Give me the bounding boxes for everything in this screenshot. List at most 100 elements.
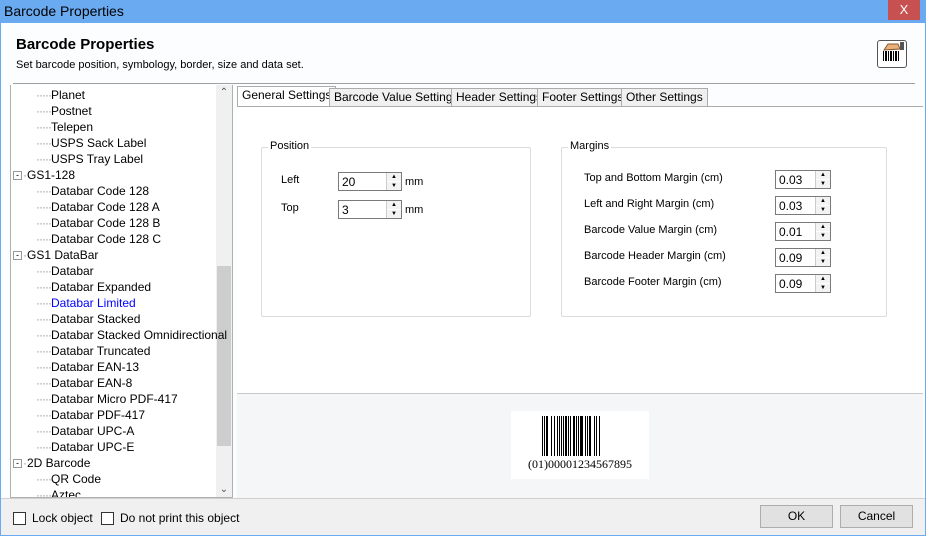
spin-up-icon[interactable]: ▲ — [816, 275, 830, 283]
barcode-bar — [546, 416, 548, 456]
scroll-thumb[interactable] — [217, 266, 231, 446]
close-button[interactable]: X — [888, 0, 920, 20]
barcode-bars — [542, 416, 622, 456]
top-bottom-margin-value[interactable]: 0.03 — [779, 172, 802, 188]
header-margin-value[interactable]: 0.09 — [779, 250, 802, 266]
barcode-bar — [587, 416, 588, 456]
barcode-bar — [596, 416, 597, 456]
window-title: Barcode Properties — [4, 3, 124, 19]
tree-item-label: Telepen — [51, 120, 93, 134]
barcode-bar — [573, 416, 575, 456]
spin-up-icon[interactable]: ▲ — [387, 201, 401, 209]
tree-item[interactable]: ·····Databar EAN-8 — [36, 375, 132, 391]
left-stepper[interactable]: ▲▼ — [338, 172, 402, 191]
spin-up-icon[interactable]: ▲ — [816, 223, 830, 231]
spin-down-icon[interactable]: ▼ — [816, 258, 830, 266]
spin-up-icon[interactable]: ▲ — [816, 171, 830, 179]
tab-barcode-value-settings[interactable]: Barcode Value Settings — [329, 88, 464, 107]
scroll-down-icon[interactable]: ⌄ — [216, 484, 232, 495]
barcode-bar — [544, 416, 545, 456]
tree-item[interactable]: ·····Postnet — [36, 103, 92, 119]
header-margin-stepper[interactable]: 0.09 ▲▼ — [775, 248, 831, 267]
top-input[interactable] — [339, 201, 385, 218]
collapse-icon[interactable]: - — [13, 171, 22, 180]
tree-item[interactable]: ·····Databar UPC-E — [36, 439, 134, 455]
tree-item[interactable]: ·····Databar Expanded — [36, 279, 151, 295]
top-stepper[interactable]: ▲▼ — [338, 200, 402, 219]
do-not-print-checkbox[interactable]: Do not print this object — [101, 511, 239, 525]
tree-item[interactable]: -·GS1-128 — [13, 167, 75, 183]
barcode-bar — [585, 416, 586, 456]
tree-item[interactable]: ·····Databar Code 128 A — [36, 199, 160, 215]
left-right-margin-stepper[interactable]: 0.03 ▲▼ — [775, 196, 831, 215]
tree-item[interactable]: ·····Databar Code 128 B — [36, 215, 160, 231]
footer-margin-stepper[interactable]: 0.09 ▲▼ — [775, 274, 831, 293]
tree-item[interactable]: ·····Telepen — [36, 119, 93, 135]
tree-item[interactable]: ·····Databar — [36, 263, 94, 279]
value-margin-value[interactable]: 0.01 — [779, 224, 802, 240]
tree-item[interactable]: ·····USPS Sack Label — [36, 135, 146, 151]
tab-footer-settings[interactable]: Footer Settings — [537, 88, 628, 107]
spin-down-icon[interactable]: ▼ — [387, 210, 401, 218]
scroll-up-icon[interactable]: ⌃ — [216, 87, 232, 98]
left-right-margin-value[interactable]: 0.03 — [779, 198, 802, 214]
ok-button[interactable]: OK — [760, 505, 833, 528]
tree-item[interactable]: ·····QR Code — [36, 471, 101, 487]
cancel-button[interactable]: Cancel — [840, 505, 913, 528]
tree-item-label: Databar — [51, 264, 94, 278]
tree-item[interactable]: ·····Databar Truncated — [36, 343, 150, 359]
spin-down-icon[interactable]: ▼ — [387, 182, 401, 190]
header-subtitle: Set barcode position, symbology, border,… — [16, 59, 304, 71]
barcode-bar — [565, 416, 567, 456]
footer-margin-value[interactable]: 0.09 — [779, 276, 802, 292]
left-input[interactable] — [339, 173, 385, 190]
tree-item-label: Planet — [51, 88, 85, 102]
tab-header-settings[interactable]: Header Settings — [451, 88, 547, 107]
checkbox-box[interactable] — [13, 512, 26, 525]
checkbox-box[interactable] — [101, 512, 114, 525]
tab-other-settings[interactable]: Other Settings — [621, 88, 708, 107]
spin-up-icon[interactable]: ▲ — [816, 249, 830, 257]
tree-item[interactable]: ·····Databar EAN-13 — [36, 359, 139, 375]
tree-item[interactable]: ·····Databar Code 128 C — [36, 231, 161, 247]
tree-item[interactable]: ·····Databar Limited — [36, 295, 136, 311]
tree-item[interactable]: -·GS1 DataBar — [13, 247, 98, 263]
spin-up-icon[interactable]: ▲ — [387, 173, 401, 181]
tree-scrollbar[interactable]: ⌃ ⌄ — [216, 85, 232, 497]
left-right-margin-label: Left and Right Margin (cm) — [584, 198, 714, 210]
collapse-icon[interactable]: - — [13, 251, 22, 260]
position-title: Position — [268, 140, 311, 152]
position-group: Position Left ▲▼ mm Top ▲▼ mm — [261, 147, 531, 317]
tree-item-label: Databar UPC-E — [51, 440, 134, 454]
tree-item[interactable]: ·····Databar Stacked Omnidirectional — [36, 327, 227, 343]
spin-down-icon[interactable]: ▼ — [816, 284, 830, 292]
spin-up-icon[interactable]: ▲ — [816, 197, 830, 205]
spin-down-icon[interactable]: ▼ — [816, 206, 830, 214]
tree-item[interactable]: ·····Databar PDF-417 — [36, 407, 145, 423]
tree-item-label: QR Code — [51, 472, 101, 486]
barcode-bar — [563, 416, 564, 456]
tree-item-label: Databar UPC-A — [51, 424, 134, 438]
barcode-bar — [599, 416, 600, 456]
tree-item[interactable]: ·····Databar Stacked — [36, 311, 140, 327]
top-bottom-margin-label: Top and Bottom Margin (cm) — [584, 172, 723, 184]
symbology-tree[interactable]: ⌃ ⌄ ·····Planet·····Postnet·····Telepen·… — [10, 85, 233, 498]
collapse-icon[interactable]: - — [13, 459, 22, 468]
tree-item-label: Databar Code 128 C — [51, 232, 161, 246]
tree-item[interactable]: ·····USPS Tray Label — [36, 151, 143, 167]
value-margin-label: Barcode Value Margin (cm) — [584, 224, 717, 236]
spin-down-icon[interactable]: ▼ — [816, 232, 830, 240]
tree-item[interactable]: ·····Planet — [36, 87, 85, 103]
tab-general-settings[interactable]: General Settings — [237, 86, 336, 108]
tree-item[interactable]: ·····Aztec — [36, 487, 81, 498]
dialog-body: Barcode Properties Set barcode position,… — [1, 23, 925, 535]
tree-item-label: GS1-128 — [27, 168, 75, 182]
tree-item[interactable]: -·2D Barcode — [13, 455, 90, 471]
tree-item[interactable]: ·····Databar Micro PDF-417 — [36, 391, 178, 407]
value-margin-stepper[interactable]: 0.01 ▲▼ — [775, 222, 831, 241]
spin-down-icon[interactable]: ▼ — [816, 180, 830, 188]
top-bottom-margin-stepper[interactable]: 0.03 ▲▼ — [775, 170, 831, 189]
lock-object-checkbox[interactable]: Lock object — [13, 511, 93, 525]
tree-item[interactable]: ·····Databar UPC-A — [36, 423, 134, 439]
tree-item[interactable]: ·····Databar Code 128 — [36, 183, 149, 199]
